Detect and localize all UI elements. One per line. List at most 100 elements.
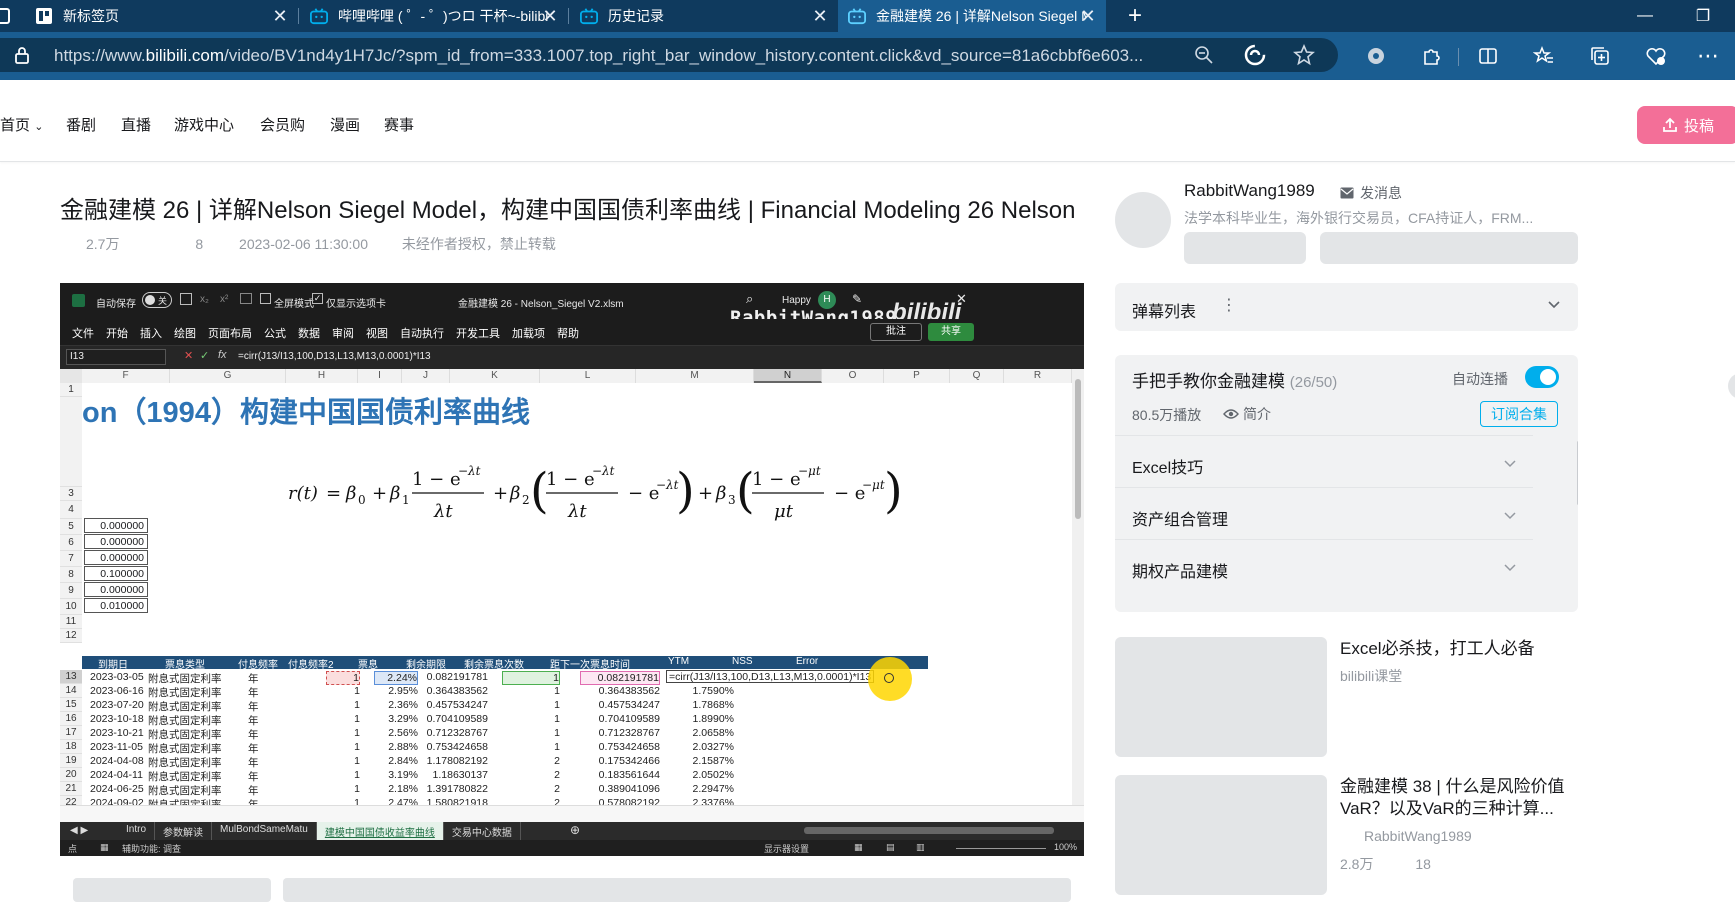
cell-frequency-2[interactable]: 1 [326,699,360,711]
spreadsheet-grid[interactable]: FGHIJKLMNOPQR 123456789101112 on（1994）构建… [60,369,1084,805]
cell-remaining-coupons[interactable]: 2 [502,797,560,805]
nav-item-mall[interactable]: 会员购 [260,114,305,135]
lock-icon[interactable] [14,46,30,69]
collection-section-2[interactable]: 资产组合管理 [1115,487,1533,539]
select-all-corner[interactable] [60,369,82,383]
cell-remaining-term[interactable]: 0.082191781 [422,671,488,683]
new-tab-button[interactable]: + [1120,0,1150,32]
column-header[interactable]: N [754,369,822,383]
cell-ytm[interactable]: 2.0502% [666,769,734,781]
recommendation-thumbnail[interactable] [1115,775,1327,895]
cell-remaining-term[interactable]: 0.712328767 [422,727,488,739]
cell-ytm[interactable]: 1.7868% [666,699,734,711]
tab-bilibili-home[interactable]: 哔哩哔哩 ( ゜- ゜)つロ 干杯~-bilibili ✕ [300,0,568,32]
name-box[interactable]: I13 [66,349,166,365]
cell-remaining-coupons[interactable]: 1 [502,671,560,685]
cell-maturity-date[interactable]: 2023-10-21 [90,727,144,739]
page-layout-icon[interactable]: ▤ [886,842,895,853]
cell-remaining-term[interactable]: 0.457534247 [422,699,488,711]
page-break-icon[interactable]: ▥ [916,842,925,853]
cell-ytm[interactable]: 1.7590% [666,685,734,697]
confirm-formula-icon[interactable]: ✓ [200,349,209,362]
autoplay-toggle[interactable] [1525,366,1559,388]
cell-maturity-date[interactable]: 2023-06-16 [90,685,144,697]
ribbon-tab[interactable]: 审阅 [332,325,354,341]
zoom-slider[interactable] [956,848,1046,849]
sheet-tab[interactable]: 交易中心数据 [444,822,521,840]
column-header[interactable]: H [286,369,358,383]
formula-input[interactable]: =cirr(J13/I13,100,D13,L13,M13,0.0001)*I1… [238,349,1070,365]
row-header[interactable]: 9 [60,583,82,599]
cell-frequency-2[interactable]: 1 [326,685,360,697]
search-icon[interactable]: ⌕ [746,291,753,307]
uploader-name[interactable]: RabbitWang1989 [1184,181,1315,201]
cell-frequency-2[interactable]: 1 [326,783,360,795]
row-header[interactable]: 2 [60,397,82,523]
ribbon-tab[interactable]: 开发工具 [456,325,500,341]
url-text[interactable]: https://www.bilibili.com/video/BV1nd4y1H… [54,46,1174,66]
nav-item-live[interactable]: 直播 [121,114,151,135]
recommendation-title[interactable]: 金融建模 38 | 什么是风险价值VaR？以及VaR的三种计算... [1340,776,1580,820]
normal-view-icon[interactable]: ▦ [854,842,863,853]
cell-next-coupon-time[interactable]: 0.183561644 [580,769,660,781]
cell-coupon[interactable]: 2.88% [374,741,418,753]
chevron-down-icon[interactable] [1503,508,1517,526]
fullscreen-checkbox[interactable] [260,293,271,304]
share-button[interactable]: 共享 [928,323,974,341]
cell-coupon[interactable]: 2.47% [374,797,418,805]
row-header[interactable]: 22 [60,796,82,805]
ribbon-tab[interactable]: 自动执行 [400,325,444,341]
cell-coupon[interactable]: 2.95% [374,685,418,697]
cell-remaining-coupons[interactable]: 1 [502,741,560,753]
recommendation-title[interactable]: Excel必杀技，打工人必备 [1340,638,1580,660]
cell-ytm[interactable]: 2.0327% [666,741,734,753]
cell-frequency-2[interactable]: 1 [326,671,360,685]
parameter-cell[interactable]: 0.000000 [84,582,148,597]
cell-coupon[interactable]: 2.36% [374,699,418,711]
column-header[interactable]: J [402,369,450,383]
collection-section-3[interactable]: 期权产品建模 [1115,539,1533,591]
cell-maturity-date[interactable]: 2023-07-20 [90,699,144,711]
row-header[interactable]: 11 [60,615,82,629]
row-header[interactable]: 7 [60,551,82,567]
table-row[interactable]: 2023-10-21 附息式固定利率年 1 2.56% 0.712328767 1 0.71… [82,726,928,741]
cell-ytm[interactable]: 2.0658% [666,727,734,739]
column-header[interactable]: L [540,369,636,383]
collection-section-1[interactable]: Excel技巧 [1115,435,1533,487]
cell-maturity-date[interactable]: 2024-04-11 [90,769,143,781]
intro-link[interactable]: 简介 [1223,404,1271,424]
cell-next-coupon-time[interactable]: 0.712328767 [580,727,660,739]
side-handle[interactable] [1728,373,1735,399]
table-row[interactable]: 2023-11-05 附息式固定利率年 1 2.88% 0.753424658 1 0.75… [82,740,928,755]
cell-ytm[interactable]: 2.2947% [666,783,734,795]
autosave-toggle[interactable]: 关 [142,292,172,308]
ribbon-tab[interactable]: 开始 [106,325,128,341]
table-row[interactable]: 2024-04-08 附息式固定利率年 1 2.84% 1.178082192 2 0.17… [82,754,928,769]
column-header[interactable]: I [358,369,402,383]
cell-ytm[interactable]: 2.1587% [666,755,734,767]
subscript-icon[interactable]: x₂ [200,294,209,305]
more-options-icon[interactable]: ⋮ [1221,295,1237,315]
cell-remaining-term[interactable]: 1.580821918 [422,797,488,805]
column-header[interactable]: R [1004,369,1072,383]
row-header[interactable]: 20 [60,768,82,782]
table-row[interactable]: 2023-03-05 附息式固定利率年 1 2.24% 0.082191781 1 0.08… [82,670,928,685]
table-row[interactable]: 2024-09-02 附息式固定利率 年 1 2.47% 1.580821918 2 0.57… [82,796,928,805]
sheet-tab[interactable]: Intro [118,822,156,840]
sheet-tab[interactable]: 建模中国国债收益率曲线 [316,822,444,840]
row-header[interactable]: 18 [60,740,82,754]
zoom-level[interactable]: 100% [1054,842,1077,852]
cell-frequency-2[interactable]: 1 [326,713,360,725]
pen-icon[interactable]: ✎ [852,292,862,306]
cancel-formula-icon[interactable]: ✕ [184,349,193,362]
show-tabs-checkbox[interactable]: ✓ [312,293,323,304]
row-header[interactable]: 12 [60,629,82,643]
danmaku-list-panel[interactable]: 弹幕列表 ⋮ [1115,283,1578,331]
cell-remaining-term[interactable]: 0.364383562 [422,685,488,697]
add-sheet-icon[interactable]: ⊕ [570,823,580,837]
cell-maturity-date[interactable]: 2024-04-08 [90,755,144,767]
cell-frequency-2[interactable]: 1 [326,797,360,805]
camera-icon[interactable] [240,293,252,304]
close-icon[interactable]: ✕ [540,6,560,26]
column-header[interactable]: K [450,369,540,383]
